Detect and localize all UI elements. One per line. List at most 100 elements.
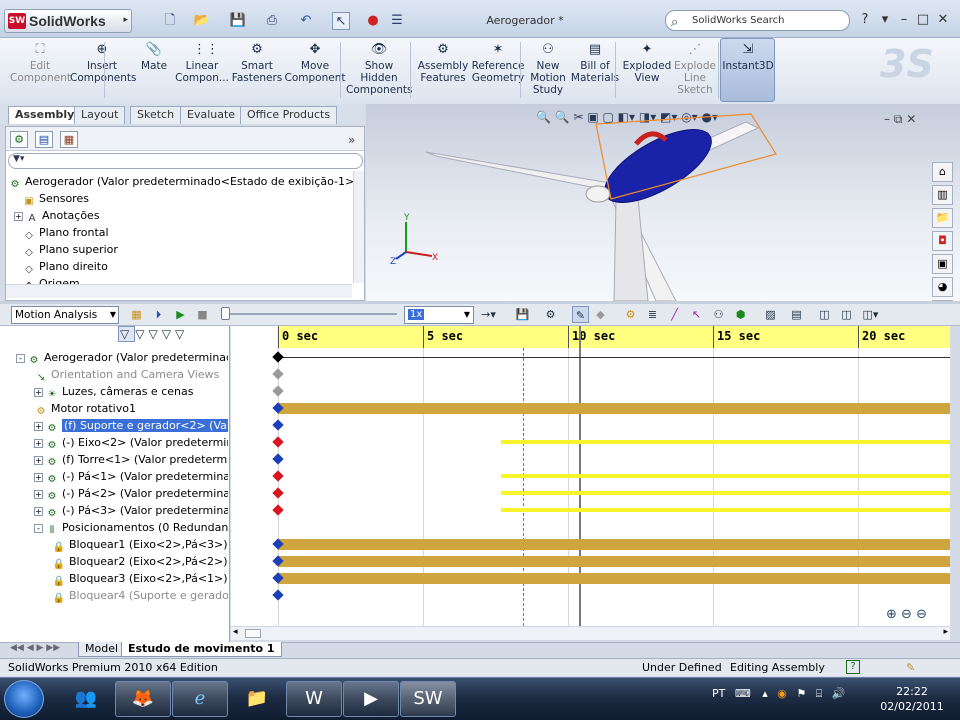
messenger-icon[interactable]: 👥 — [58, 681, 114, 717]
internet-explorer-icon[interactable]: ℯ — [172, 681, 228, 717]
more-tools-icon[interactable]: ◫▾ — [862, 306, 879, 323]
stop-icon[interactable]: ■ — [194, 306, 211, 323]
feature-tree-item[interactable]: + A Anotações — [14, 207, 100, 224]
exploded-view-button[interactable]: ✦ Exploded View — [622, 40, 672, 102]
study-type-select[interactable]: Motion Analysis ▼ — [11, 306, 119, 324]
design-library-icon[interactable]: ▥ — [932, 185, 953, 205]
play-icon[interactable]: ▶ — [172, 306, 189, 323]
scroll-left-icon[interactable]: ◂ — [233, 627, 238, 637]
zoom-out-icon[interactable]: ⊖ — [901, 607, 912, 622]
spring-icon[interactable]: ≣ — [644, 306, 661, 323]
tab-evaluate[interactable]: Evaluate — [180, 106, 243, 124]
motion-tree-item[interactable]: ⚙ Motor rotativo1 — [34, 400, 228, 417]
volume-icon[interactable]: 🔊 — [832, 687, 846, 700]
insert-components-button[interactable]: ⊕Insert Components — [70, 40, 136, 102]
word-icon[interactable]: W — [286, 681, 342, 717]
timeline-change-bar[interactable] — [501, 474, 950, 478]
playback-slider-thumb[interactable] — [221, 307, 230, 320]
calculate-icon[interactable]: ▦ — [128, 306, 145, 323]
motion-tree-item[interactable]: + ⚙ (f) Suporte e gerador<2> (Valor — [34, 417, 228, 434]
filter-results-icon[interactable]: ▽ — [162, 327, 175, 341]
expand-icon[interactable]: + — [34, 422, 43, 431]
quick-tips-icon[interactable]: ? — [846, 660, 860, 674]
gravity-icon[interactable]: ⬢ — [732, 306, 749, 323]
damper-icon[interactable]: ╱ — [666, 306, 683, 323]
move-component-button[interactable]: ✥ Move Component — [284, 40, 346, 102]
select-pointer-icon[interactable]: ↖ — [332, 12, 350, 30]
timeline-change-bar[interactable] — [278, 572, 950, 584]
property-manager-tab-icon[interactable]: ▤ — [35, 131, 53, 148]
network-icon[interactable]: ⌸ — [816, 687, 823, 700]
feature-filter-input[interactable]: ▼▾ — [8, 153, 363, 169]
media-player-icon[interactable]: ▶ — [343, 681, 399, 717]
feature-tree-vertical-scrollbar[interactable] — [353, 171, 364, 283]
expand-panel-icon[interactable]: » — [348, 133, 355, 147]
expand-icon[interactable]: + — [34, 490, 43, 499]
filter-driving-icon[interactable]: ▽ — [135, 327, 148, 341]
feature-tree-item[interactable]: ▣ Sensores — [22, 190, 89, 207]
new-motion-study-button[interactable]: ⚇ New Motion Study — [526, 40, 570, 102]
scroll-thumb[interactable] — [245, 629, 261, 638]
expand-icon[interactable]: + — [34, 473, 43, 482]
save-animation-icon[interactable]: 💾 — [514, 306, 531, 323]
open-folder-icon[interactable]: 📂 — [192, 12, 212, 30]
contact-icon[interactable]: ⚇ — [710, 306, 727, 323]
explode-line-sketch-button[interactable]: ⋰ Explode Line Sketch — [672, 40, 718, 102]
undo-icon[interactable]: ↶ — [296, 12, 316, 30]
motion-tree-item[interactable]: + ⚙ (-) Pá<1> (Valor predeterminado — [34, 468, 228, 485]
timeline-change-bar[interactable] — [278, 402, 950, 414]
expand-icon[interactable]: + — [34, 507, 43, 516]
expand-icon[interactable]: + — [34, 439, 43, 448]
help-icon[interactable]: ? — [856, 12, 874, 27]
motion-tree-item[interactable]: 🔒 Bloquear4 (Suporte e gerado — [52, 587, 228, 604]
bill-of-materials-button[interactable]: ▤ Bill of Materials — [570, 40, 620, 102]
show-hidden-icons-icon[interactable]: ▴ — [762, 687, 768, 700]
collapse-icon[interactable]: ◫ — [816, 306, 833, 323]
motion-tree-item[interactable]: ↘ Orientation and Camera Views — [34, 366, 228, 383]
timeline-change-bar[interactable] — [278, 555, 950, 567]
timeline-change-bar[interactable] — [501, 508, 950, 512]
motion-tree-item[interactable]: + ⚙ (-) Pá<3> (Valor predeterminado — [34, 502, 228, 519]
tab-model[interactable]: Model — [78, 642, 126, 657]
motion-tree-item[interactable]: 🔒 Bloquear3 (Eixo<2>,Pá<1>) — [52, 570, 228, 587]
tab-assembly[interactable]: Assembly — [8, 106, 82, 124]
rebuild-traffic-light-icon[interactable]: ● — [365, 12, 381, 30]
filter-selected-icon[interactable]: ▽ — [148, 327, 161, 341]
motion-tree-item[interactable]: 🔒 Bloquear2 (Eixo<2>,Pá<2>) — [52, 553, 228, 570]
maximize-icon[interactable]: □ — [914, 12, 932, 27]
feature-tree-item[interactable]: ◇ Plano direito — [22, 258, 108, 275]
feature-tree-tab-icon[interactable]: ⚙ — [10, 131, 28, 148]
motion-tree-item[interactable]: - ⚙ Aerogerador (Valor predeterminado — [16, 349, 228, 366]
solidworks-task-icon[interactable]: SW — [400, 681, 456, 717]
show-hidden-components-button[interactable]: 👁 Show Hidden Components — [346, 40, 412, 102]
play-from-start-icon[interactable]: ⏵ — [150, 306, 167, 323]
motion-tree-item[interactable]: - ⫴ Posicionamentos (0 Redundanc — [34, 519, 228, 536]
playback-speed-select[interactable]: 1x ▼ — [404, 306, 474, 324]
collapse-icon[interactable]: - — [16, 354, 25, 363]
search-input[interactable]: ⌕ SolidWorks Search — [665, 10, 850, 31]
playback-mode-icon[interactable]: →▾ — [480, 306, 497, 323]
tab-sketch[interactable]: Sketch — [130, 106, 182, 124]
action-center-flag-icon[interactable]: ⚑ — [796, 687, 806, 700]
keyboard-icon[interactable]: ⌨ — [735, 687, 751, 700]
motion-tree-item[interactable]: + ⚙ (f) Torre<1> (Valor predetermin — [34, 451, 228, 468]
close-icon[interactable]: ✕ — [934, 12, 952, 27]
instant3d-button[interactable]: ⇲ Instant3D — [722, 40, 774, 102]
folder-icon[interactable]: 📁 — [229, 681, 285, 717]
file-explorer-icon[interactable]: 📁 — [932, 208, 953, 228]
results-plots-icon[interactable]: ▨ — [762, 306, 779, 323]
tab-layout[interactable]: Layout — [74, 106, 126, 124]
print-icon[interactable]: ⎙ — [262, 12, 282, 30]
firefox-icon[interactable]: 🦊 — [115, 681, 171, 717]
mate-button[interactable]: 📎 Mate — [134, 40, 174, 102]
start-button[interactable] — [4, 680, 44, 718]
motion-study-properties-icon[interactable]: ▤ — [788, 306, 805, 323]
timeline-change-bar[interactable] — [501, 491, 950, 495]
expand-icon[interactable]: ◫ — [838, 306, 855, 323]
search-results-icon[interactable]: ◘ — [932, 231, 953, 251]
tray-app-icon[interactable]: ◉ — [777, 687, 787, 700]
feature-tree-item[interactable]: ⚙ Aerogerador (Valor predeterminado<Estad… — [8, 173, 359, 190]
smart-fasteners-button[interactable]: ⚙ Smart Fasteners — [230, 40, 284, 102]
filter-sort-icon[interactable]: ▽ — [175, 327, 188, 341]
clock[interactable]: 22:22 02/02/2011 — [876, 684, 948, 714]
